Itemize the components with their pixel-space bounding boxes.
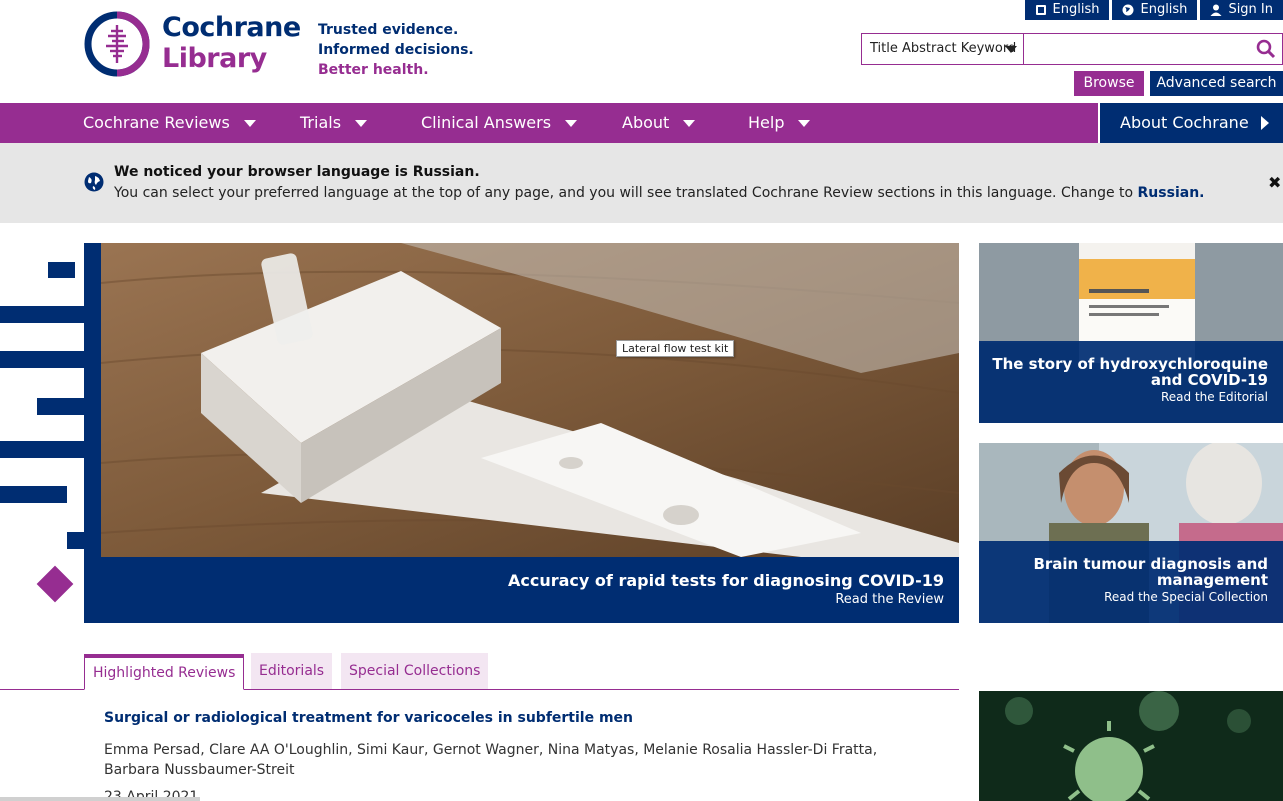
search-icon: [1256, 39, 1276, 59]
tagline-3: Better health.: [318, 62, 429, 78]
chevron-down-icon: [243, 119, 256, 127]
card-image-virus: [979, 691, 1283, 801]
change-language-link[interactable]: Russian.: [1138, 185, 1205, 201]
nav-about[interactable]: About: [622, 103, 696, 143]
tab-editorials[interactable]: Editorials: [251, 653, 333, 689]
nav-label: Cochrane Reviews: [83, 113, 230, 132]
cochrane-logo[interactable]: [84, 11, 150, 77]
chevron-down-icon: [355, 119, 368, 127]
content-tabs: Highlighted Reviews Editorials Special C…: [0, 653, 959, 690]
nav-label: Help: [748, 113, 785, 132]
main-nav: Cochrane Reviews Trials Clinical Answers…: [0, 103, 1283, 143]
search-scope-select[interactable]: Title Abstract Keyword: [862, 34, 1024, 64]
english-label-1: English: [1052, 2, 1100, 17]
hero-title[interactable]: Accuracy of rapid tests for diagnosing C…: [101, 557, 944, 590]
chevron-right-icon: [1260, 116, 1269, 130]
search-bar: Title Abstract Keyword: [861, 33, 1283, 65]
card-title-line2: management: [1156, 571, 1268, 589]
card-read-link[interactable]: Read the Special Collection: [979, 590, 1268, 604]
language-selector[interactable]: English: [1112, 0, 1198, 20]
feature-card-virus[interactable]: [979, 691, 1283, 801]
card-read-link[interactable]: Read the Editorial: [979, 390, 1268, 404]
review-title-link[interactable]: Surgical or radiological treatment for v…: [104, 710, 633, 726]
about-cochrane-link[interactable]: About Cochrane: [1098, 103, 1283, 143]
search-input[interactable]: [1024, 34, 1250, 64]
user-icon: [1210, 4, 1222, 16]
tab-special-collections[interactable]: Special Collections: [341, 653, 489, 689]
tab-highlighted-reviews[interactable]: Highlighted Reviews: [84, 654, 245, 690]
chevron-down-icon: [1005, 46, 1017, 53]
card-caption: The story of hydroxychloroquine and COVI…: [979, 341, 1283, 423]
sign-in-link[interactable]: Sign In: [1200, 0, 1283, 20]
chevron-down-icon: [565, 119, 578, 127]
card-caption: Brain tumour diagnosis and management Re…: [979, 541, 1283, 623]
globe-icon: [1122, 4, 1134, 16]
nav-label: Clinical Answers: [421, 113, 552, 132]
logo-line-cochrane: Cochrane: [162, 12, 301, 43]
search-button[interactable]: [1250, 34, 1282, 64]
browse-button[interactable]: Browse: [1074, 71, 1144, 96]
site-header: Cochrane Library Trusted evidence. Infor…: [0, 0, 1283, 103]
user-icon: [1035, 5, 1046, 15]
close-icon[interactable]: ✖: [1268, 173, 1281, 192]
chevron-down-icon: [798, 119, 811, 127]
about-cochrane-label: About Cochrane: [1120, 113, 1249, 132]
search-scope-value: Title Abstract Keyword: [870, 41, 1017, 56]
hero-feature[interactable]: Accuracy of rapid tests for diagnosing C…: [101, 243, 959, 623]
advanced-search-button[interactable]: Advanced search: [1150, 71, 1283, 96]
image-tooltip: Lateral flow test kit: [616, 340, 735, 357]
tagline-1: Trusted evidence.: [318, 22, 459, 38]
notice-body: You can select your preferred language a…: [114, 185, 1204, 201]
notice-text: You can select your preferred language a…: [114, 185, 1138, 201]
feature-card-brain-tumour[interactable]: Brain tumour diagnosis and management Re…: [979, 443, 1283, 623]
logo-line-library: Library: [162, 43, 267, 74]
english-label-2: English: [1140, 2, 1188, 17]
nav-clinical-answers[interactable]: Clinical Answers: [421, 103, 578, 143]
hero-image-lateral-flow-test: [101, 243, 959, 557]
hero-read-link[interactable]: Read the Review: [101, 592, 944, 607]
nav-label: Trials: [300, 113, 342, 132]
notice-title: We noticed your browser language is Russ…: [114, 164, 480, 180]
nav-help[interactable]: Help: [748, 103, 811, 143]
tagline: Trusted evidence. Informed decisions. Be…: [318, 20, 474, 80]
card-title-line2: and COVID-19: [1150, 371, 1268, 389]
horizontal-scrollbar[interactable]: [0, 797, 200, 801]
globe-icon: [84, 172, 104, 192]
card-title-line1: Brain tumour diagnosis and: [1033, 555, 1268, 573]
tagline-2: Informed decisions.: [318, 42, 474, 58]
nav-label: About: [622, 113, 670, 132]
sign-in-label: Sign In: [1228, 2, 1273, 17]
chevron-down-icon: [683, 119, 696, 127]
utility-bar: English English Sign In: [1022, 0, 1283, 20]
english-language-link[interactable]: English: [1024, 0, 1110, 20]
card-title-line1: The story of hydroxychloroquine: [992, 355, 1268, 373]
hero-caption: Accuracy of rapid tests for diagnosing C…: [101, 557, 959, 623]
nav-cochrane-reviews[interactable]: Cochrane Reviews: [83, 103, 256, 143]
logo-wordmark[interactable]: Cochrane Library: [162, 12, 301, 74]
feature-card-hydroxychloroquine[interactable]: The story of hydroxychloroquine and COVI…: [979, 243, 1283, 423]
language-notice: We noticed your browser language is Russ…: [0, 143, 1283, 223]
review-authors: Emma Persad, Clare AA O'Loughlin, Simi K…: [104, 742, 878, 778]
nav-trials[interactable]: Trials: [300, 103, 368, 143]
